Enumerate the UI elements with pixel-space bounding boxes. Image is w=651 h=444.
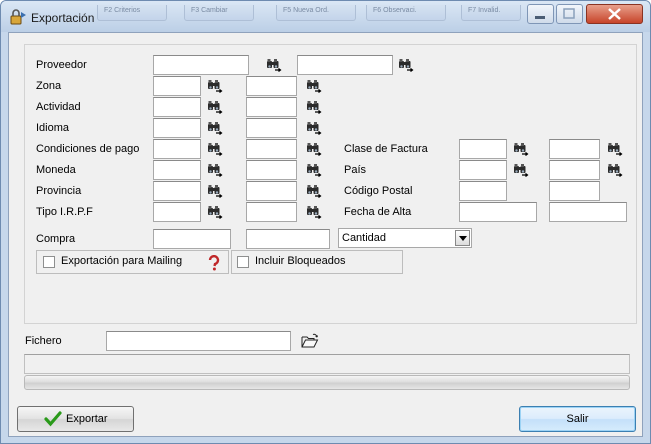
actividad-label: Actividad [36, 101, 81, 113]
fichero-label: Fichero [25, 335, 62, 347]
proveedor-from-input[interactable] [153, 55, 249, 75]
compra-to-input[interactable] [246, 229, 330, 249]
close-button[interactable] [586, 4, 643, 24]
maximize-button[interactable] [556, 4, 583, 24]
compra-from-input[interactable] [153, 229, 231, 249]
binoculars-icon[interactable] [207, 205, 223, 219]
provincia-to-input[interactable] [246, 181, 297, 201]
fichero-input[interactable] [106, 331, 291, 351]
idioma-from-input[interactable] [153, 118, 201, 138]
codigo-postal-label: Código Postal [344, 185, 413, 197]
binoculars-icon[interactable] [306, 163, 322, 177]
binoculars-icon[interactable] [306, 142, 322, 156]
exportar-button[interactable]: Exportar [17, 406, 134, 432]
zona-to-input[interactable] [246, 76, 297, 96]
binoculars-icon[interactable] [207, 163, 223, 177]
ghost-tab: F7 Invalid. [461, 5, 521, 21]
moneda-to-input[interactable] [246, 160, 297, 180]
incluir-bloqueados-label[interactable]: Incluir Bloqueados [255, 255, 346, 267]
tipo-irpf-label: Tipo I.R.P.F [36, 206, 93, 218]
binoculars-icon[interactable] [207, 100, 223, 114]
bloqueados-option-panel: Incluir Bloqueados [231, 250, 403, 274]
binoculars-icon[interactable] [607, 163, 623, 177]
provincia-label: Provincia [36, 185, 82, 197]
minimize-icon [535, 16, 545, 19]
incluir-bloqueados-checkbox[interactable] [237, 256, 249, 268]
binoculars-icon[interactable] [207, 79, 223, 93]
binoculars-icon[interactable] [207, 121, 223, 135]
compra-label: Compra [36, 233, 76, 245]
compra-type-select[interactable]: Cantidad [338, 228, 472, 248]
codigo-postal-to-input[interactable] [549, 181, 600, 201]
close-icon [608, 8, 621, 20]
binoculars-icon[interactable] [306, 184, 322, 198]
idioma-to-input[interactable] [246, 118, 297, 138]
zona-from-input[interactable] [153, 76, 201, 96]
binoculars-icon[interactable] [306, 205, 322, 219]
clase-factura-to-input[interactable] [549, 139, 600, 159]
binoculars-icon[interactable] [513, 163, 529, 177]
salir-button[interactable]: Salir [519, 406, 636, 432]
binoculars-icon[interactable] [207, 184, 223, 198]
pais-label: País [344, 164, 367, 176]
fecha-alta-to-input[interactable] [549, 202, 627, 222]
export-window: Exportación F2 Criterios F3 Cambiar F5 N… [0, 0, 651, 444]
tipo-irpf-to-input[interactable] [246, 202, 297, 222]
minimize-button[interactable] [527, 4, 554, 24]
window-title: Exportación [31, 11, 95, 25]
open-folder-icon[interactable] [301, 333, 319, 349]
filter-group: Proveedor Zona Actividad Idioma Condicio… [24, 44, 637, 324]
salir-button-label: Salir [566, 413, 589, 425]
fecha-alta-label: Fecha de Alta [344, 206, 412, 218]
binoculars-icon[interactable] [266, 58, 282, 72]
question-icon[interactable] [206, 255, 222, 271]
binoculars-icon[interactable] [306, 100, 322, 114]
title-bar[interactable]: Exportación F2 Criterios F3 Cambiar F5 N… [1, 1, 650, 32]
ghost-tab: F2 Criterios [97, 5, 167, 21]
proveedor-label: Proveedor [36, 59, 87, 71]
binoculars-icon[interactable] [398, 58, 414, 72]
exportar-button-label: Exportar [66, 413, 108, 425]
progress-bar [24, 375, 630, 390]
moneda-from-input[interactable] [153, 160, 201, 180]
proveedor-to-input[interactable] [297, 55, 393, 75]
zona-label: Zona [36, 80, 62, 92]
maximize-icon [563, 8, 575, 19]
pais-from-input[interactable] [459, 160, 507, 180]
ghost-tab: F6 Observaci. [366, 5, 446, 21]
actividad-from-input[interactable] [153, 97, 201, 117]
clase-factura-label: Clase de Factura [344, 143, 428, 155]
status-panel [24, 354, 630, 374]
ghost-tab: F3 Cambiar [184, 5, 254, 21]
dialog-client-area: Proveedor Zona Actividad Idioma Condicio… [8, 32, 643, 437]
codigo-postal-from-input[interactable] [459, 181, 507, 201]
ghost-tab: F5 Nueva Ord. [276, 5, 356, 21]
mailing-option-panel: Exportación para Mailing [36, 250, 229, 274]
pais-to-input[interactable] [549, 160, 600, 180]
condiciones-to-input[interactable] [246, 139, 297, 159]
binoculars-icon[interactable] [513, 142, 529, 156]
actividad-to-input[interactable] [246, 97, 297, 117]
idioma-label: Idioma [36, 122, 70, 134]
fecha-alta-from-input[interactable] [459, 202, 537, 222]
export-app-icon [10, 9, 26, 25]
condiciones-pago-label: Condiciones de pago [36, 143, 140, 155]
chevron-down-icon[interactable] [455, 230, 470, 246]
moneda-label: Moneda [36, 164, 76, 176]
binoculars-icon[interactable] [306, 121, 322, 135]
tipo-irpf-from-input[interactable] [153, 202, 201, 222]
provincia-from-input[interactable] [153, 181, 201, 201]
binoculars-icon[interactable] [607, 142, 623, 156]
clase-factura-from-input[interactable] [459, 139, 507, 159]
binoculars-icon[interactable] [207, 142, 223, 156]
condiciones-from-input[interactable] [153, 139, 201, 159]
compra-type-value: Cantidad [342, 232, 387, 244]
exportacion-mailing-label[interactable]: Exportación para Mailing [61, 255, 182, 267]
exportacion-mailing-checkbox[interactable] [43, 256, 55, 268]
binoculars-icon[interactable] [306, 79, 322, 93]
